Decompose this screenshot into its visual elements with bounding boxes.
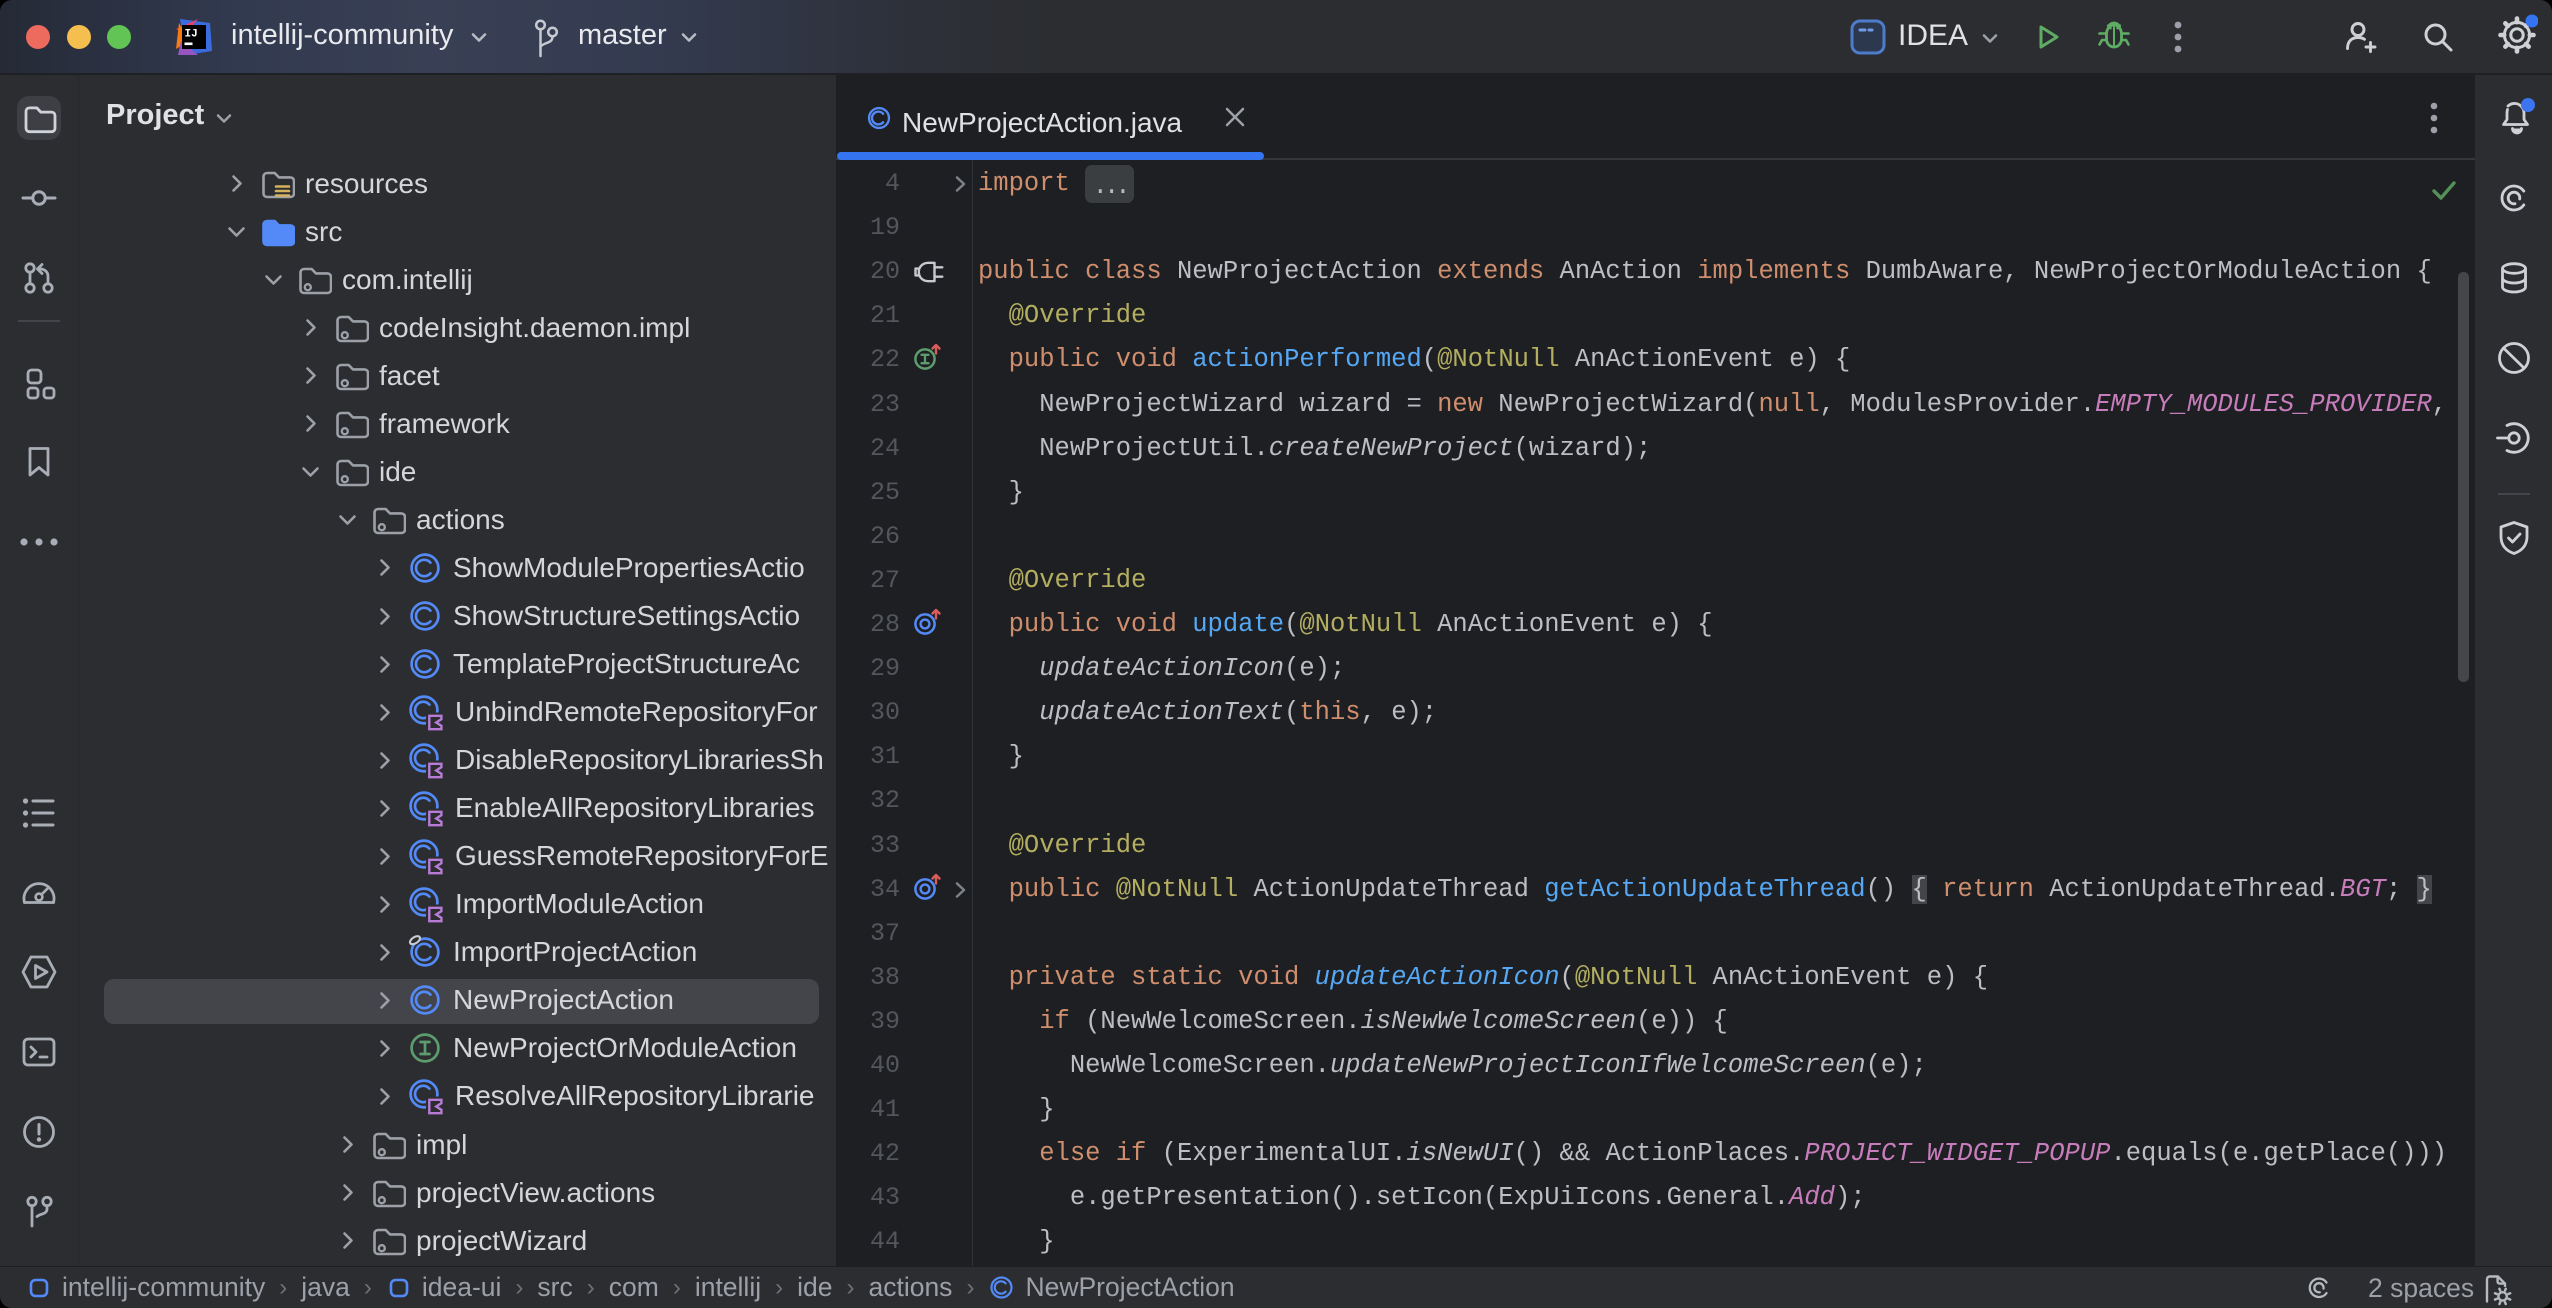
svg-text:IJ: IJ [185, 29, 198, 41]
